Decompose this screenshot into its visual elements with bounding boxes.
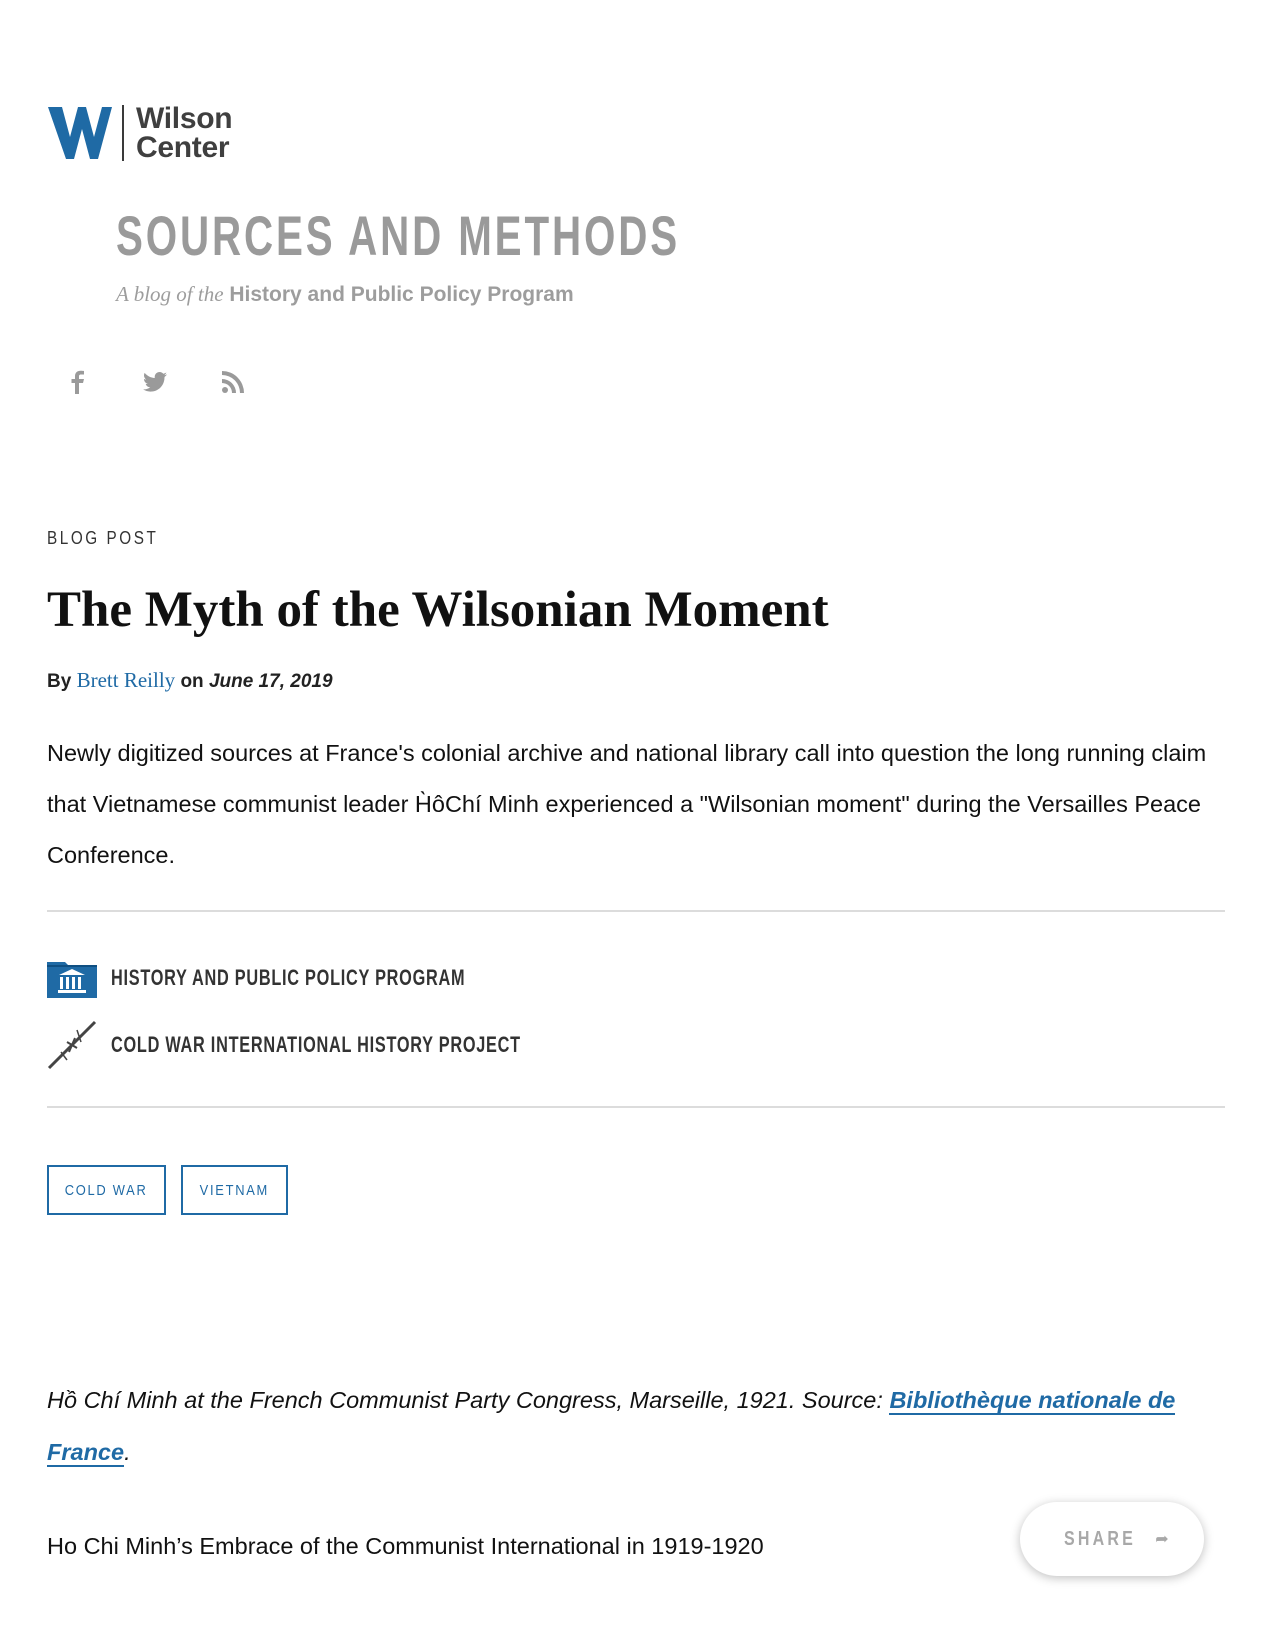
- blog-title[interactable]: SOURCES AND METHODS: [116, 206, 680, 266]
- share-button[interactable]: SHARE ➦: [1020, 1502, 1204, 1576]
- byline-on: on: [180, 671, 204, 692]
- blog-subtitle: A blog of the History and Public Policy …: [116, 282, 574, 307]
- program-link-cwihp[interactable]: COLD WAR INTERNATIONAL HISTORY PROJECT: [47, 1020, 665, 1070]
- byline-by: By: [47, 671, 72, 692]
- article-title: The Myth of the Wilsonian Moment: [47, 582, 829, 638]
- logo-line-2: Center: [136, 131, 230, 164]
- post-type-label: BLOG POST: [47, 528, 159, 548]
- caption-end: .: [124, 1439, 131, 1465]
- program-label-history: HISTORY AND PUBLIC POLICY PROGRAM: [111, 965, 466, 990]
- byline: By Brett Reilly on June 17, 2019: [47, 668, 333, 693]
- folder-building-icon: [47, 953, 97, 1003]
- wilson-center-logo[interactable]: Wilson Center: [48, 102, 233, 164]
- article-lede: Newly digitized sources at France's colo…: [47, 740, 1207, 868]
- program-label-cwihp: COLD WAR INTERNATIONAL HISTORY PROJECT: [111, 1032, 521, 1057]
- share-arrow-icon: ➦: [1155, 1531, 1169, 1548]
- author-link[interactable]: Brett Reilly: [77, 668, 176, 692]
- wilson-w-icon: [48, 107, 112, 159]
- tag-cold-war[interactable]: COLD WAR: [47, 1165, 166, 1215]
- twitter-icon[interactable]: [140, 367, 170, 397]
- share-label: SHARE: [1064, 1527, 1137, 1550]
- blog-subtitle-prefix: A blog of the: [116, 282, 224, 306]
- tag-vietnam[interactable]: VIETNAM: [181, 1165, 288, 1215]
- logo-separator: [122, 105, 124, 161]
- section-heading: Ho Chi Minh’s Embrace of the Communist I…: [47, 1533, 764, 1559]
- blog-subtitle-program[interactable]: History and Public Policy Program: [229, 283, 573, 306]
- caption-text: Hồ Chí Minh at the French Communist Part…: [47, 1387, 890, 1413]
- publish-date: June 17, 2019: [208, 671, 333, 692]
- program-link-history[interactable]: HISTORY AND PUBLIC POLICY PROGRAM: [47, 953, 590, 1003]
- social-links: [62, 367, 296, 397]
- barbed-wire-icon: [47, 1020, 97, 1070]
- tag-label: COLD WAR: [65, 1181, 148, 1199]
- facebook-icon[interactable]: [62, 367, 92, 397]
- divider-bottom: [47, 1106, 1225, 1108]
- tag-list: COLD WAR VIETNAM: [47, 1165, 303, 1215]
- tag-label: VIETNAM: [199, 1181, 270, 1199]
- image-caption: Hồ Chí Minh at the French Communist Part…: [47, 1374, 1227, 1478]
- logo-text: Wilson Center: [136, 102, 233, 164]
- logo-line-1: Wilson: [136, 102, 233, 135]
- rss-icon[interactable]: [218, 367, 248, 397]
- divider-top: [47, 910, 1225, 912]
